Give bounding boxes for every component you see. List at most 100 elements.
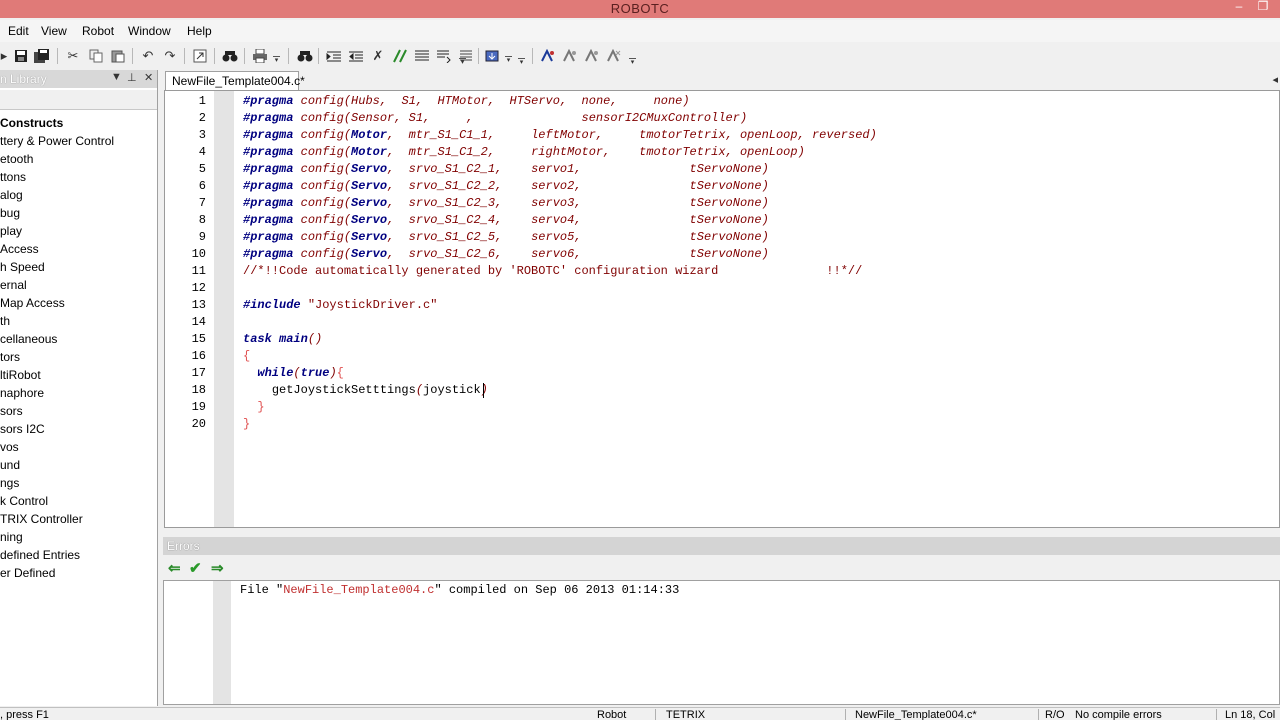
menu-robot[interactable]: Robot bbox=[82, 24, 114, 38]
copy-icon[interactable] bbox=[88, 48, 104, 64]
format-icon[interactable] bbox=[414, 48, 430, 64]
download-dropdown-icon[interactable]: ▾ bbox=[505, 56, 512, 64]
library-item[interactable]: er Defined bbox=[0, 566, 55, 580]
debug-icon[interactable] bbox=[540, 48, 556, 64]
find-in-files-icon[interactable] bbox=[436, 48, 452, 64]
code-token: ( bbox=[343, 247, 352, 261]
library-item[interactable]: ning bbox=[0, 530, 23, 544]
goto-icon[interactable] bbox=[192, 48, 208, 64]
code-line[interactable]: getJoystickSetttings(joystick) bbox=[243, 383, 488, 397]
toggle-bookmark-icon[interactable]: ✗ bbox=[370, 48, 386, 64]
next-error-icon[interactable]: ⇒ bbox=[211, 559, 224, 577]
library-item[interactable]: th bbox=[0, 314, 10, 328]
minimize-icon[interactable]: – bbox=[1228, 0, 1250, 14]
panel-dropdown-icon[interactable]: ▼ bbox=[111, 71, 122, 83]
code-line[interactable]: task main() bbox=[243, 332, 322, 346]
code-token: getJoystickSetttings bbox=[271, 383, 416, 397]
code-area[interactable]: #pragma config(Hubs, S1, HTMotor, HTServ… bbox=[234, 91, 1279, 527]
save-all-icon[interactable] bbox=[34, 48, 50, 64]
find-icon[interactable] bbox=[222, 48, 238, 64]
status-file: NewFile_Template004.c* bbox=[855, 709, 977, 720]
previous-error-icon[interactable]: ⇐ bbox=[168, 559, 181, 577]
library-item[interactable]: vos bbox=[0, 440, 19, 454]
code-line[interactable]: #pragma config(Sensor, S1, , sensorI2CMu… bbox=[243, 111, 747, 125]
tab-newfile-template004[interactable]: NewFile_Template004.c* bbox=[165, 71, 305, 90]
code-line[interactable]: #pragma config(Hubs, S1, HTMotor, HTServ… bbox=[243, 94, 690, 108]
library-item[interactable]: h Speed bbox=[0, 260, 45, 274]
tab-scroll-left-icon[interactable]: ◂ bbox=[1272, 73, 1278, 86]
code-line[interactable]: #pragma config(Servo, srvo_S1_C2_4, serv… bbox=[243, 213, 769, 227]
find-next-icon[interactable] bbox=[297, 48, 313, 64]
line-number: 19 bbox=[191, 400, 206, 414]
library-item[interactable]: ngs bbox=[0, 476, 19, 490]
library-item[interactable]: Access bbox=[0, 242, 39, 256]
restore-icon[interactable]: ❐ bbox=[1252, 0, 1274, 14]
code-token: , bbox=[574, 230, 690, 244]
code-line[interactable]: { bbox=[243, 349, 250, 363]
library-item[interactable]: tors bbox=[0, 350, 20, 364]
toolbar-separator bbox=[288, 48, 289, 64]
library-item[interactable]: etooth bbox=[0, 152, 33, 166]
library-item[interactable]: naphore bbox=[0, 386, 44, 400]
step-icon[interactable] bbox=[562, 48, 578, 64]
menu-help[interactable]: Help bbox=[187, 24, 212, 38]
check-icon[interactable]: ✔ bbox=[189, 559, 202, 577]
close-panel-icon[interactable]: ✕ bbox=[144, 71, 153, 84]
code-line[interactable]: } bbox=[243, 400, 264, 414]
step-over-icon[interactable] bbox=[584, 48, 600, 64]
code-line[interactable]: while(true){ bbox=[243, 366, 343, 380]
library-item[interactable]: play bbox=[0, 224, 22, 238]
code-line[interactable]: #pragma config(Servo, srvo_S1_C2_1, serv… bbox=[243, 162, 769, 176]
library-item[interactable]: ltiRobot bbox=[0, 368, 41, 382]
library-item[interactable]: ttons bbox=[0, 170, 26, 184]
library-item[interactable]: bug bbox=[0, 206, 20, 220]
list-dropdown-icon[interactable]: ▾ bbox=[459, 58, 466, 66]
code-line[interactable]: #include "JoystickDriver.c" bbox=[243, 298, 437, 312]
menu-view[interactable]: View bbox=[41, 24, 67, 38]
save-icon[interactable] bbox=[13, 48, 29, 64]
compiled-file-name[interactable]: NewFile_Template004.c bbox=[283, 583, 434, 597]
redo-icon[interactable]: ↷ bbox=[162, 48, 178, 64]
code-token: #pragma bbox=[243, 145, 294, 159]
code-token: srvo_S1_C2_1 bbox=[408, 162, 496, 176]
outdent-icon[interactable] bbox=[348, 48, 364, 64]
download-icon[interactable] bbox=[485, 48, 501, 64]
code-line[interactable]: #pragma config(Servo, srvo_S1_C2_2, serv… bbox=[243, 179, 769, 193]
breakpoint-margin[interactable] bbox=[214, 91, 234, 527]
comment-icon[interactable] bbox=[392, 48, 408, 64]
compile-icon[interactable]: ▸ bbox=[0, 48, 12, 64]
code-line[interactable]: //*!!Code automatically generated by 'RO… bbox=[243, 264, 862, 278]
code-line[interactable]: #pragma config(Servo, srvo_S1_C2_6, serv… bbox=[243, 247, 769, 261]
code-token: ) bbox=[761, 196, 769, 210]
menu-window[interactable]: Window bbox=[128, 24, 171, 38]
indent-icon[interactable] bbox=[326, 48, 342, 64]
undo-icon[interactable]: ↶ bbox=[140, 48, 156, 64]
library-item[interactable]: cellaneous bbox=[0, 332, 57, 346]
code-line[interactable]: #pragma config(Servo, srvo_S1_C2_5, serv… bbox=[243, 230, 769, 244]
code-editor[interactable]: 1 2 3 4 5 6 7 8 9 10 11 12 13 14 15 16 17 18 19 20 #pragma … bbox=[164, 90, 1280, 528]
library-item[interactable]: ttery & Power Control bbox=[0, 134, 114, 148]
library-item[interactable]: defined Entries bbox=[0, 548, 80, 562]
library-item[interactable]: TRIX Controller bbox=[0, 512, 83, 526]
library-item[interactable]: k Control bbox=[0, 494, 48, 508]
code-line[interactable]: #pragma config(Motor, mtr_S1_C1_1, leftM… bbox=[243, 128, 877, 142]
code-line[interactable]: #pragma config(Servo, srvo_S1_C2_3, serv… bbox=[243, 196, 769, 210]
library-item[interactable]: und bbox=[0, 458, 20, 472]
cut-icon[interactable]: ✂ bbox=[65, 48, 81, 64]
print-icon[interactable] bbox=[252, 48, 268, 64]
debug-dropdown-icon[interactable]: ▾ bbox=[629, 58, 636, 66]
pin-icon[interactable]: ⊥ bbox=[127, 71, 137, 84]
library-item[interactable]: Constructs bbox=[0, 116, 63, 130]
extra-dropdown-icon[interactable]: ▾ bbox=[518, 58, 525, 66]
library-item[interactable]: sors I2C bbox=[0, 422, 45, 436]
breakpoint-icon[interactable] bbox=[606, 48, 622, 64]
library-item[interactable]: Map Access bbox=[0, 296, 65, 310]
print-dropdown-icon[interactable]: ▾ bbox=[273, 56, 280, 64]
menu-edit[interactable]: Edit bbox=[8, 24, 29, 38]
code-line[interactable]: } bbox=[243, 417, 250, 431]
code-line[interactable]: #pragma config(Motor, mtr_S1_C1_2, right… bbox=[243, 145, 805, 159]
library-item[interactable]: alog bbox=[0, 188, 23, 202]
library-item[interactable]: ernal bbox=[0, 278, 27, 292]
paste-icon[interactable] bbox=[110, 48, 126, 64]
library-item[interactable]: sors bbox=[0, 404, 23, 418]
